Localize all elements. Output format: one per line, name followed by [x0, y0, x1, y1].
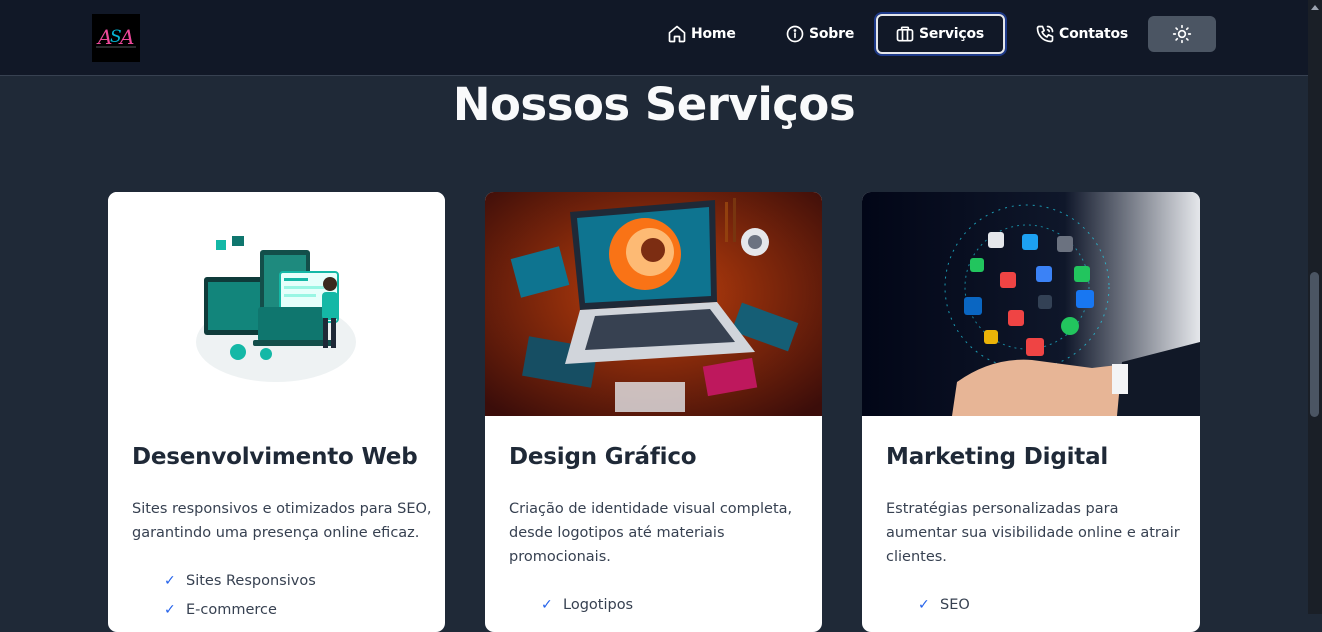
check-icon: ✓: [918, 596, 930, 613]
check-icon: ✓: [541, 596, 553, 613]
web-development-illustration: [108, 192, 445, 416]
site-header: A S A Home Sobre Serviços Contatos: [0, 0, 1308, 76]
card-description: Sites responsivos e otimizados para SEO,…: [132, 501, 432, 541]
feature-list: ✓ SEO: [918, 590, 970, 619]
feature-item: ✓ Logotipos: [541, 590, 633, 619]
card-title: Marketing Digital: [886, 444, 1109, 470]
home-icon: [668, 25, 686, 43]
feature-list: ✓ Sites Responsivos ✓ E-commerce: [164, 566, 316, 624]
feature-list: ✓ Logotipos: [541, 590, 633, 619]
nav-contatos[interactable]: Contatos: [1035, 15, 1128, 53]
digital-marketing-photo: [862, 192, 1200, 416]
card-title: Design Gráfico: [509, 444, 697, 470]
feature-item: ✓ SEO: [918, 590, 970, 619]
sun-icon: [1172, 24, 1192, 44]
feature-label: SEO: [940, 596, 970, 613]
check-icon: ✓: [164, 572, 176, 589]
nav-servicos-label: Serviços: [918, 26, 985, 42]
service-card-design: Design Gráfico Criação de identidade vis…: [485, 192, 822, 632]
briefcase-icon: [896, 26, 914, 42]
service-card-web: Desenvolvimento Web Sites responsivos e …: [108, 192, 445, 632]
site-logo[interactable]: A S A: [92, 14, 140, 62]
nav-home-label: Home: [691, 26, 736, 42]
feature-item: ✓ Sites Responsivos: [164, 566, 316, 595]
graphic-design-photo: [485, 192, 822, 416]
check-icon: ✓: [164, 601, 176, 618]
scroll-up-arrow[interactable]: [1311, 5, 1319, 10]
service-card-marketing: Marketing Digital Estratégias personaliz…: [862, 192, 1200, 632]
feature-label: Logotipos: [563, 596, 634, 613]
feature-label: E-commerce: [186, 601, 277, 618]
feature-label: Sites Responsivos: [186, 572, 316, 589]
nav-home[interactable]: Home: [667, 15, 736, 53]
nav-contatos-label: Contatos: [1059, 26, 1129, 42]
section-title: Nossos Serviços: [452, 78, 856, 131]
card-title: Desenvolvimento Web: [132, 444, 418, 470]
feature-item: ✓ E-commerce: [164, 595, 316, 624]
info-icon: [786, 25, 804, 43]
nav-sobre[interactable]: Sobre: [785, 15, 854, 53]
nav-servicos[interactable]: Serviços: [876, 14, 1005, 54]
theme-toggle-button[interactable]: [1148, 16, 1216, 52]
page-scrollbar[interactable]: [1308, 0, 1322, 614]
scroll-thumb[interactable]: [1310, 272, 1319, 417]
svg-text:A: A: [118, 25, 134, 49]
nav-sobre-label: Sobre: [809, 26, 855, 42]
phone-icon: [1036, 25, 1054, 43]
card-description: Criação de identidade visual completa, d…: [509, 501, 793, 565]
card-description: Estratégias personalizadas para aumentar…: [886, 501, 1180, 565]
